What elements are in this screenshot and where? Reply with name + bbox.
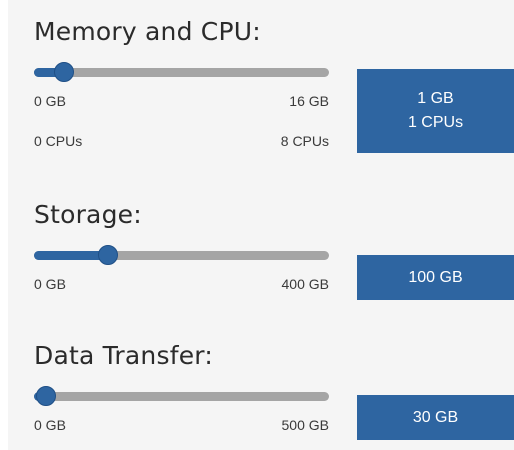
data-transfer-value-box: 30 GB (357, 395, 514, 440)
memory-min-label: 0 GB (34, 93, 66, 109)
cpu-max-label: 8 CPUs (280, 133, 329, 149)
storage-value-box: 100 GB (357, 255, 514, 300)
storage-max-label: 400 GB (281, 276, 329, 292)
memory-cpu-title: Memory and CPU: (34, 17, 261, 46)
data-transfer-slider[interactable] (34, 386, 329, 406)
data-transfer-max-label: 500 GB (281, 417, 329, 433)
data-transfer-title: Data Transfer: (34, 341, 213, 370)
storage-slider-fill (34, 251, 108, 260)
storage-title: Storage: (34, 200, 142, 229)
cpu-value: 1 CPUs (407, 114, 464, 131)
data-transfer-slider-thumb[interactable] (35, 386, 56, 406)
resource-config-panel: Memory and CPU: 0 GB 16 GB 0 CPUs 8 CPUs… (8, 0, 514, 450)
storage-slider[interactable] (34, 245, 329, 265)
memory-value: 1 GB (417, 90, 454, 107)
memory-cpu-slider-thumb[interactable] (53, 62, 74, 82)
memory-cpu-value-box: 1 GB 1 CPUs (357, 69, 514, 153)
cpu-min-label: 0 CPUs (34, 133, 83, 149)
data-transfer-min-label: 0 GB (34, 417, 66, 433)
memory-max-label: 16 GB (289, 93, 329, 109)
storage-min-label: 0 GB (34, 276, 66, 292)
storage-slider-thumb[interactable] (97, 245, 118, 265)
memory-cpu-slider[interactable] (34, 62, 329, 82)
